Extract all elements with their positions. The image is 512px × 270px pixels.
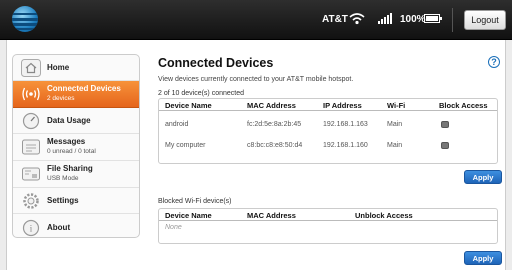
block-access-checkbox[interactable] (441, 121, 449, 128)
home-icon (21, 58, 41, 77)
sidebar-item-label: Settings (47, 195, 79, 205)
ip-address: 192.168.1.163 (323, 121, 368, 128)
blocked-devices-label: Blocked Wi-Fi device(s) (158, 198, 232, 205)
table-row: android fc:2d:5e:8a:2b:45 192.168.1.163 … (159, 115, 497, 135)
top-bar: AT&T 100% Logout (0, 0, 512, 40)
sidebar-item-sublabel: 2 devices (47, 95, 75, 102)
connected-count: 2 of 10 device(s) connected (158, 90, 244, 97)
page-description: View devices currently connected to your… (158, 76, 354, 83)
wifi-hotspot-icon (349, 13, 365, 25)
gear-icon (23, 192, 39, 209)
column-header: Block Access (439, 101, 488, 110)
sidebar-item-label: Home (47, 62, 70, 72)
column-header: Device Name (165, 101, 212, 110)
table-header: Device Name MAC Address Unblock Access (159, 209, 497, 221)
apply-button[interactable]: Apply (464, 170, 502, 184)
column-header: Device Name (165, 211, 212, 220)
top-divider (452, 8, 453, 32)
battery-icon (424, 14, 442, 23)
logout-button[interactable]: Logout (464, 10, 506, 30)
signal-strength-icon (378, 13, 392, 24)
sidebar-item-messages[interactable]: Messages 0 unread / 0 total (13, 134, 139, 161)
gauge-icon (22, 112, 40, 129)
ip-address: 192.168.1.160 (323, 142, 368, 149)
help-icon[interactable]: ? (488, 56, 500, 68)
sidebar-item-connected-devices[interactable]: Connected Devices 2 devices (13, 81, 139, 108)
sidebar-item-label: Connected Devices (47, 84, 121, 93)
empty-state-text: None (165, 224, 182, 231)
column-header: MAC Address (247, 101, 296, 110)
device-name: My computer (165, 142, 206, 149)
page-title: Connected Devices (158, 56, 274, 70)
sidebar-nav: Home Connected Devices 2 devices Data Us… (12, 54, 140, 238)
column-header: Unblock Access (355, 211, 413, 220)
sidebar-item-data-usage[interactable]: Data Usage (13, 108, 139, 134)
sidebar-item-about[interactable]: i About (13, 214, 139, 237)
wifi-network: Main (387, 142, 403, 149)
sidebar-item-label: About (47, 222, 71, 232)
sidebar-item-sublabel: USB Mode (47, 175, 79, 182)
wifi-broadcast-icon (22, 87, 40, 101)
column-header: Wi-Fi (387, 101, 406, 110)
sidebar-item-file-sharing[interactable]: File Sharing USB Mode (13, 161, 139, 188)
mac-address: fc:2d:5e:8a:2b:45 (247, 121, 302, 128)
sidebar-item-settings[interactable]: Settings (13, 188, 139, 214)
wifi-network: Main (387, 121, 403, 128)
envelope-icon (22, 139, 40, 155)
main-content: Connected Devices ? View devices current… (158, 56, 502, 265)
sidebar-item-label: Messages (47, 137, 86, 146)
blocked-devices-table: Device Name MAC Address Unblock Access N… (158, 208, 498, 244)
battery-percent: 100% (400, 14, 426, 25)
sd-card-icon (22, 167, 40, 181)
column-header: IP Address (323, 101, 362, 110)
mac-address: c8:bc:c8:e8:50:d4 (247, 142, 303, 149)
sidebar-item-label: Data Usage (47, 115, 91, 125)
carrier-name: AT&T (322, 14, 348, 25)
info-icon: i (22, 219, 40, 236)
column-header: MAC Address (247, 211, 296, 220)
sidebar-item-home[interactable]: Home (13, 55, 139, 81)
apply-button[interactable]: Apply (464, 251, 502, 265)
att-logo-icon (12, 6, 38, 32)
device-name: android (165, 121, 189, 128)
block-access-checkbox[interactable] (441, 142, 449, 149)
connected-devices-table: Device Name MAC Address IP Address Wi-Fi… (158, 98, 498, 164)
table-header: Device Name MAC Address IP Address Wi-Fi… (159, 99, 497, 111)
sidebar-item-label: File Sharing (47, 164, 93, 173)
sidebar-item-sublabel: 0 unread / 0 total (47, 148, 96, 155)
table-row: My computer c8:bc:c8:e8:50:d4 192.168.1.… (159, 136, 497, 156)
